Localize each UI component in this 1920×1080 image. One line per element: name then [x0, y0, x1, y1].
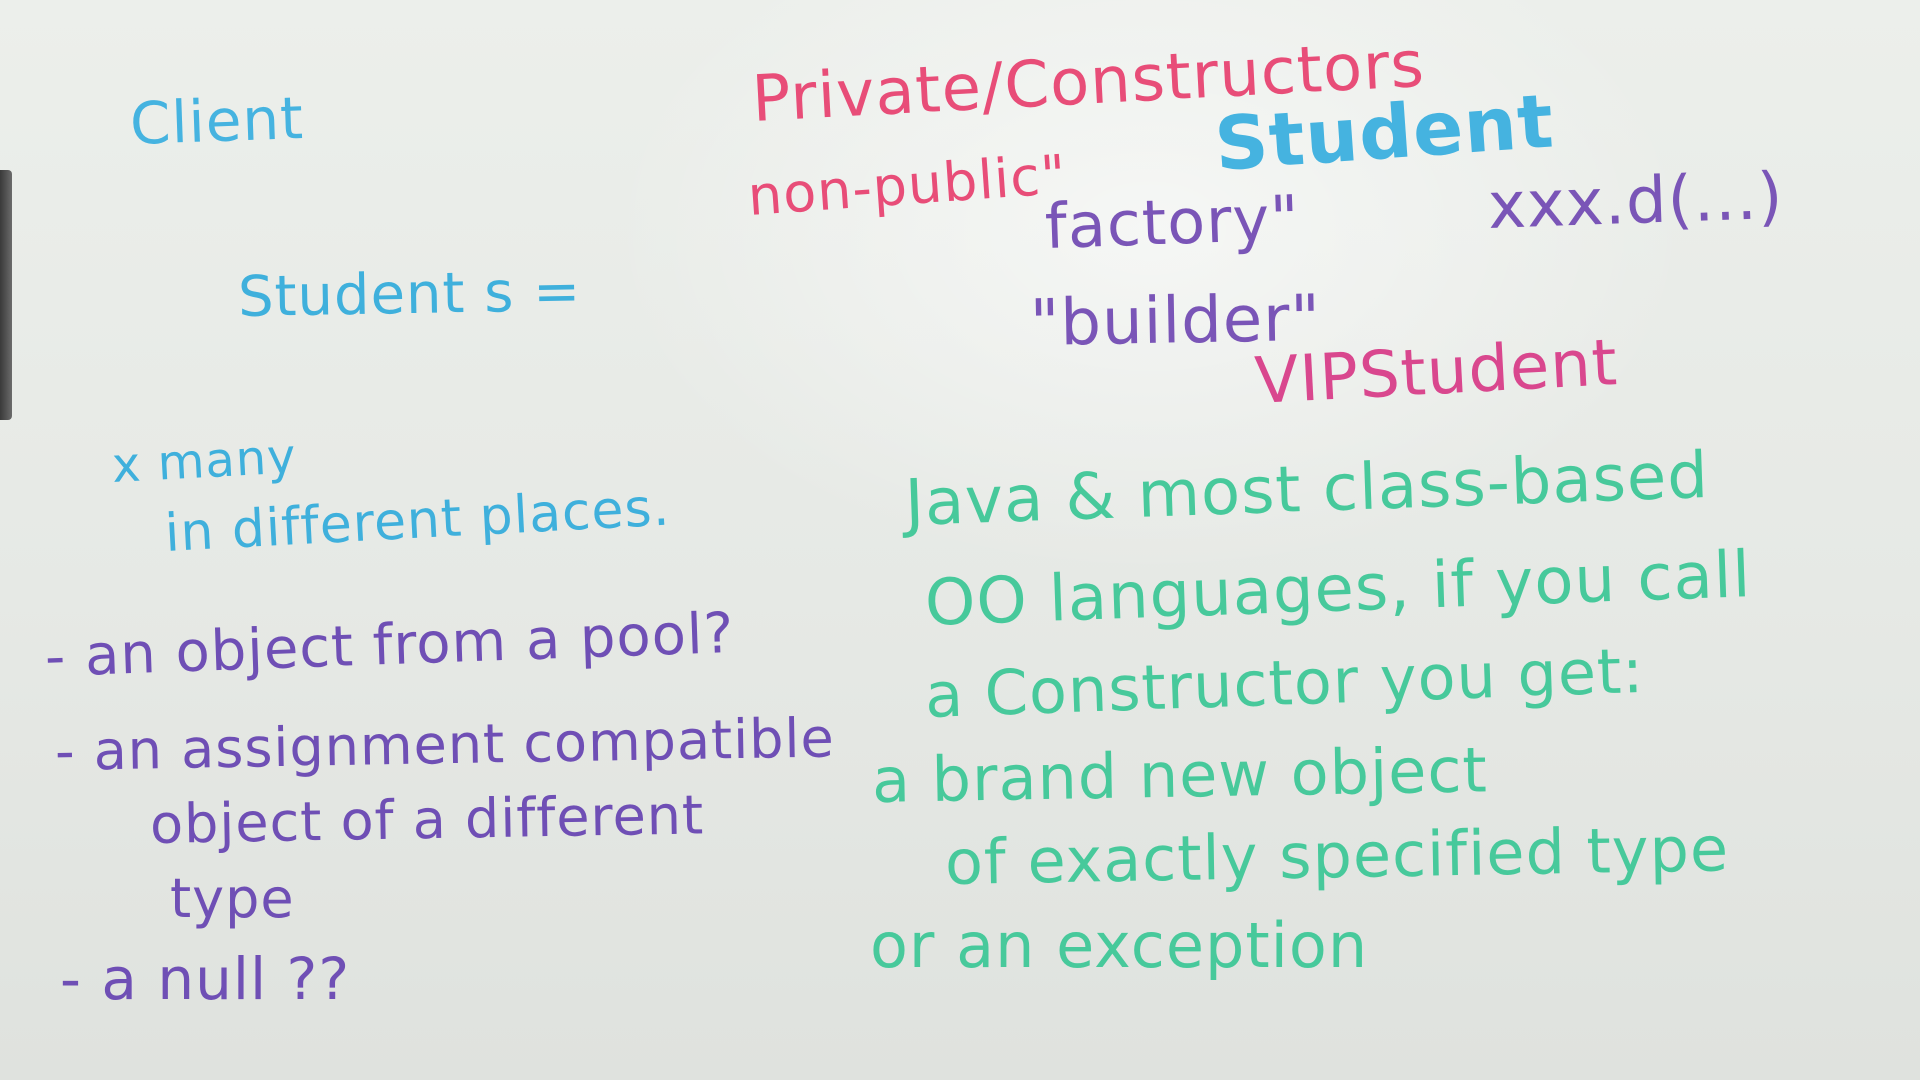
list-item-assignment-line2: object of a different	[149, 783, 705, 856]
list-item-assignment: - an assignment compatible	[54, 706, 836, 783]
vip-student-label: VIPStudent	[1253, 326, 1620, 419]
green-note-line4: a brand new object	[871, 733, 1489, 817]
student-s-label: Student s =	[237, 259, 582, 330]
list-item-null: - a null ??	[60, 945, 351, 1013]
board-edge	[0, 170, 12, 420]
whiteboard: Client Student s = x many in different p…	[0, 0, 1920, 1080]
green-note-line6: or an exception	[870, 909, 1369, 982]
many-places-line1: x many	[110, 428, 298, 494]
green-note-line2: OO languages, if you call	[923, 538, 1753, 641]
list-item-pool: - an object from a pool?	[43, 600, 736, 690]
student-class-label: Student	[1212, 78, 1557, 188]
non-public-label: non-public"	[745, 142, 1069, 228]
client-label: Client	[128, 83, 306, 158]
list-item-assignment-line3: type	[170, 867, 295, 930]
green-note-line3: a Constructor you get:	[923, 633, 1646, 732]
green-note-line5: of exactly specified type	[944, 812, 1730, 899]
factory-label: factory"	[1043, 181, 1301, 263]
method-call-label: xxx.d(...)	[1486, 159, 1785, 244]
many-places-line2: in different places.	[163, 477, 672, 564]
green-note-line1: Java & most class-based	[903, 438, 1711, 541]
